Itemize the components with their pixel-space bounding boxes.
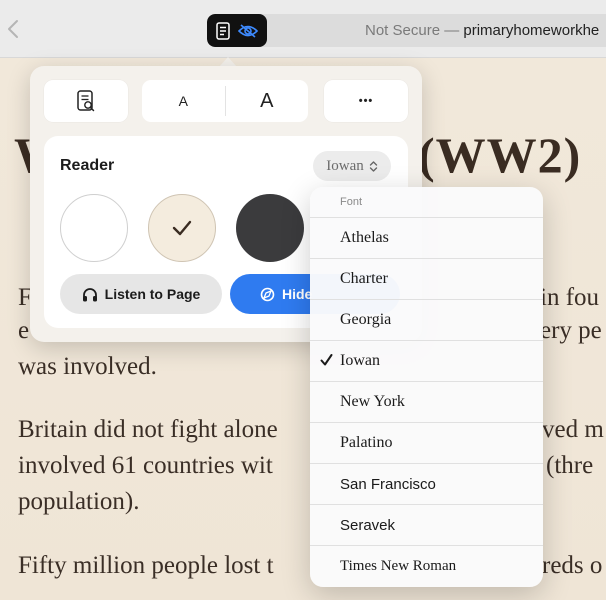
paragraph-2-line-2-right: (thre [546, 452, 594, 479]
checkmark-icon [320, 354, 333, 366]
paragraph-2-line-1-right: ved m [542, 416, 604, 443]
font-option-seravek[interactable]: Seravek [310, 505, 543, 546]
article-title-end: (WW2) [418, 127, 582, 183]
font-option-label: Charter [340, 270, 388, 287]
reader-summary-button[interactable] [44, 80, 128, 122]
font-menu-header: Font [310, 187, 543, 218]
theme-white-swatch[interactable] [60, 194, 128, 262]
font-option-label: Seravek [340, 516, 396, 534]
font-option-new-york[interactable]: New York [310, 382, 543, 423]
font-option-iowan[interactable]: Iowan [310, 341, 543, 382]
not-secure-label: Not Secure — [365, 22, 464, 39]
font-option-times-new-roman[interactable]: Times New Roman [310, 546, 543, 587]
paragraph-2-line-3: population). [18, 488, 140, 515]
font-option-label: Iowan [340, 352, 380, 369]
font-option-san-francisco[interactable]: San Francisco [310, 464, 543, 505]
address-bar[interactable]: Not Secure — primaryhomeworkhe [207, 14, 606, 47]
paragraph-1-line-2-left: e [18, 317, 30, 344]
font-option-label: Athelas [340, 229, 389, 246]
url-domain: primaryhomeworkhe [463, 22, 600, 39]
checkmark-icon [172, 220, 192, 236]
font-option-athelas[interactable]: Athelas [310, 218, 543, 259]
hide-icon [260, 287, 275, 301]
paragraph-1-line-2-right: ery pe [540, 317, 602, 344]
reader-page-icon [216, 21, 230, 40]
paragraph-3-line-1-right: reds o [542, 552, 603, 579]
paragraph-1-line-1-right: in fou [540, 284, 600, 311]
font-option-label: Palatino [340, 434, 393, 451]
theme-gray-swatch[interactable] [236, 194, 304, 262]
theme-sepia-swatch[interactable] [148, 194, 216, 262]
reader-mode-toggle[interactable] [207, 14, 267, 47]
font-size-control: A A [142, 80, 308, 122]
paragraph-2-line-2-left: involved 61 countries wit [18, 452, 273, 479]
chevron-up-down-icon [369, 160, 377, 172]
font-option-charter[interactable]: Charter [310, 259, 543, 300]
increase-font-button[interactable]: A [226, 80, 309, 122]
back-chevron-icon[interactable] [6, 18, 20, 40]
font-option-georgia[interactable]: Georgia [310, 300, 543, 341]
font-option-label: Times New Roman [340, 558, 457, 574]
reader-title: Reader [60, 157, 115, 174]
font-select-button[interactable]: Iowan [313, 151, 391, 181]
url-text: Not Secure — primaryhomeworkhe [365, 22, 599, 39]
browser-toolbar: Not Secure — primaryhomeworkhe [0, 0, 606, 58]
paragraph-1-line-3: was involved. [18, 353, 157, 380]
headphones-icon [82, 287, 97, 301]
hide-label: Hide [282, 286, 313, 302]
paragraph-3-line-1-left: Fifty million people lost t [18, 552, 274, 579]
page-search-icon [77, 90, 95, 112]
font-option-label: New York [340, 393, 405, 410]
more-options-button[interactable]: ••• [324, 80, 408, 122]
listen-to-page-button[interactable]: Listen to Page [60, 274, 222, 314]
font-option-palatino[interactable]: Palatino [310, 423, 543, 464]
font-menu: Font Athelas Charter Georgia Iowan New Y… [310, 187, 543, 587]
font-option-label: San Francisco [340, 475, 436, 493]
decrease-font-button[interactable]: A [142, 80, 225, 122]
font-select-value: Iowan [326, 157, 364, 174]
font-option-label: Georgia [340, 311, 392, 328]
listen-to-page-label: Listen to Page [104, 286, 201, 302]
hide-distracting-items-icon [238, 23, 258, 38]
paragraph-2-line-1-left: Britain did not fight alone [18, 416, 278, 443]
